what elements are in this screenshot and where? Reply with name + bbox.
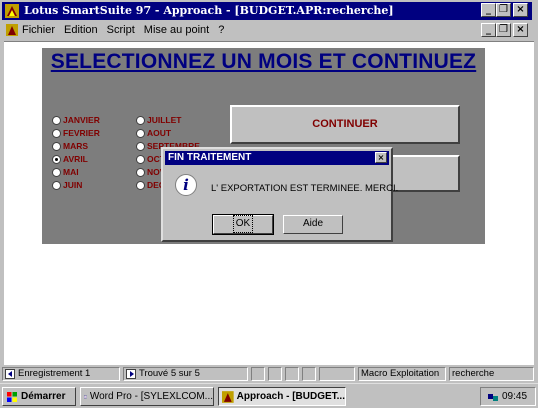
word-pro-icon: ? (84, 395, 87, 398)
radio-circle[interactable] (52, 167, 61, 177)
title-bar[interactable]: Lotus SmartSuite 97 - Approach - [BUDGET… (2, 2, 532, 20)
month-label: MAI (63, 167, 79, 177)
month-label: JUILLET (147, 115, 182, 125)
status-record-text: Enregistrement 1 (18, 368, 91, 379)
radio-mai[interactable]: MAI (52, 167, 79, 177)
taskbar-word-pro-label: Word Pro - [SYLEXLCOM... (89, 391, 213, 402)
ok-button[interactable]: OK (212, 214, 274, 235)
dialog-title-bar[interactable]: FIN TRAITEMENT × (165, 151, 389, 165)
taskbar-approach-label: Approach - [BUDGET... (236, 391, 345, 402)
status-empty-5 (319, 367, 355, 381)
month-label: MARS (63, 141, 89, 151)
status-empty-4 (302, 367, 316, 381)
doc-restore-button[interactable]: ❐ (496, 23, 511, 37)
radio-circle[interactable] (52, 141, 61, 151)
status-bar: Enregistrement 1 Trouvé 5 sur 5 Macro Ex… (2, 366, 534, 382)
radio-juin[interactable]: JUIN (52, 180, 82, 190)
status-found[interactable]: Trouvé 5 sur 5 (123, 367, 248, 381)
status-empty-2 (268, 367, 282, 381)
radio-circle[interactable] (136, 167, 145, 177)
doc-close-button[interactable]: × (513, 23, 528, 37)
windows-logo-icon (7, 391, 17, 402)
aide-button[interactable]: Aide (283, 215, 343, 234)
taskbar: Démarrer ? Word Pro - [SYLEXLCOM... Appr… (0, 383, 538, 408)
fin-traitement-dialog: FIN TRAITEMENT × i L' EXPORTATION EST TE… (161, 147, 398, 242)
radio-circle[interactable] (136, 115, 145, 125)
month-label: FEVRIER (63, 128, 100, 138)
approach-taskbar-icon (222, 390, 234, 403)
status-found-text: Trouvé 5 sur 5 (139, 368, 200, 379)
status-empty-1 (251, 367, 265, 381)
dialog-message: L' EXPORTATION EST TERMINEE. MERCI. (211, 183, 399, 194)
aide-button-label: Aide (302, 218, 323, 229)
radio-circle[interactable] (136, 141, 145, 151)
information-icon: i (175, 174, 197, 196)
menu-bar: Fichier Edition Script Mise au point ? _… (2, 21, 532, 40)
network-tray-icon[interactable] (487, 391, 499, 403)
ok-button-label: OK (232, 215, 254, 233)
close-button[interactable]: × (513, 3, 528, 17)
radio-janvier[interactable]: JANVIER (52, 115, 100, 125)
found-records-icon[interactable] (126, 369, 136, 379)
continuer-button[interactable]: CONTINUER (230, 105, 460, 144)
status-record[interactable]: Enregistrement 1 (2, 367, 120, 381)
taskbar-word-pro[interactable]: ? Word Pro - [SYLEXLCOM... (80, 387, 214, 406)
menu-script[interactable]: Script (107, 24, 135, 36)
minimize-button[interactable]: _ (481, 3, 496, 17)
menu-edition[interactable]: Edition (64, 24, 98, 36)
clock[interactable]: 09:45 (502, 388, 527, 405)
radio-fevrier[interactable]: FEVRIER (52, 128, 100, 138)
radio-circle[interactable] (136, 154, 145, 164)
radio-circle[interactable] (136, 128, 145, 138)
system-tray: 09:45 (480, 387, 536, 406)
status-empty-3 (285, 367, 299, 381)
radio-mars[interactable]: MARS (52, 141, 88, 151)
status-view[interactable]: recherche (449, 367, 534, 381)
radio-juillet[interactable]: JUILLET (136, 115, 181, 125)
menu-fichier[interactable]: Fichier (22, 24, 55, 36)
month-label: JUIN (63, 180, 83, 190)
radio-circle[interactable] (52, 115, 61, 125)
start-label: Démarrer (21, 391, 66, 402)
approach-app-icon (5, 4, 19, 18)
window-title: Lotus SmartSuite 97 - Approach - [BUDGET… (24, 4, 394, 17)
form-heading: SELECTIONNEZ UN MOIS ET CONTINUEZ (50, 50, 477, 73)
menu-help[interactable]: ? (218, 24, 224, 36)
radio-circle-selected[interactable] (52, 154, 61, 164)
radio-circle[interactable] (52, 180, 61, 190)
start-button[interactable]: Démarrer (2, 387, 76, 406)
month-label: JANVIER (63, 115, 100, 125)
menu-mise-au-point[interactable]: Mise au point (144, 24, 209, 36)
document-icon[interactable] (5, 23, 19, 37)
desktop: Lotus SmartSuite 97 - Approach - [BUDGET… (0, 0, 538, 408)
dialog-close-button[interactable]: × (375, 152, 387, 163)
dialog-title: FIN TRAITEMENT (168, 152, 252, 163)
radio-aout[interactable]: AOUT (136, 128, 171, 138)
doc-minimize-button[interactable]: _ (481, 23, 496, 37)
previous-record-icon[interactable] (5, 369, 15, 379)
taskbar-approach[interactable]: Approach - [BUDGET... (218, 387, 346, 406)
maximize-button[interactable]: ❐ (496, 3, 511, 17)
radio-avril[interactable]: AVRIL (52, 154, 88, 164)
radio-circle[interactable] (136, 180, 145, 190)
status-macro[interactable]: Macro Exploitation (358, 367, 446, 381)
radio-circle[interactable] (52, 128, 61, 138)
month-label: AVRIL (63, 154, 88, 164)
month-label: AOUT (147, 128, 172, 138)
